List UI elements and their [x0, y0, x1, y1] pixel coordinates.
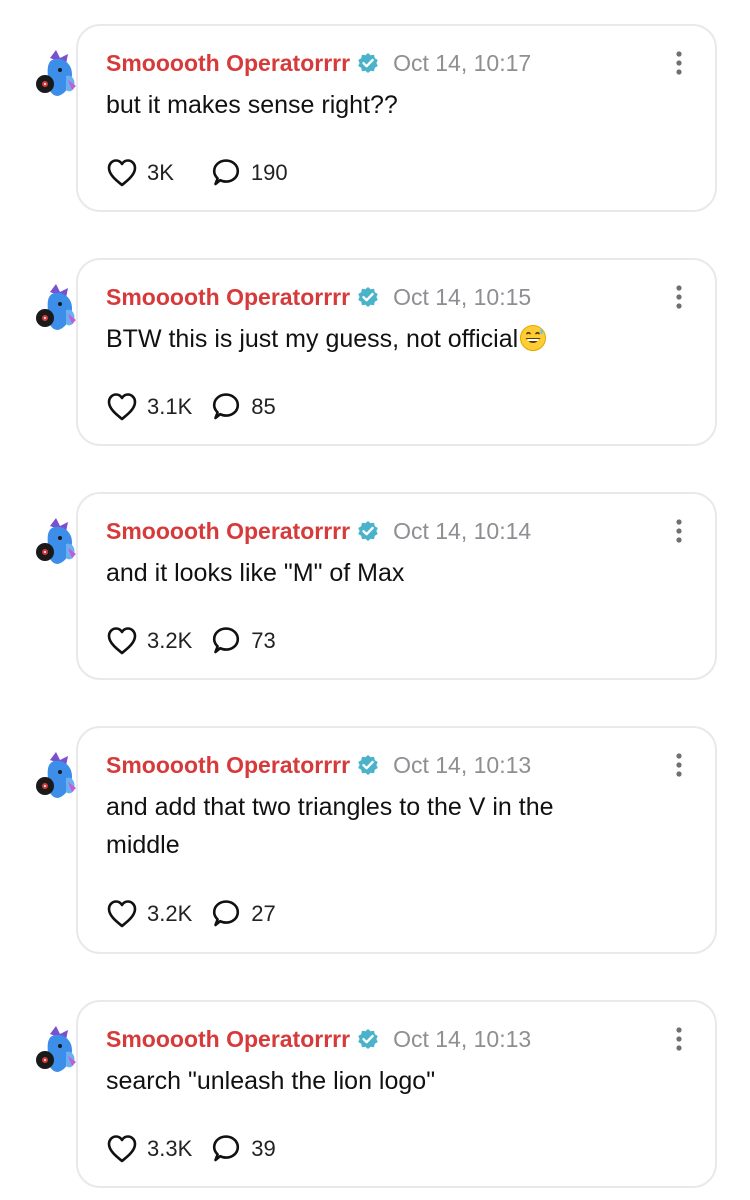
post-actions: 3K 190	[106, 157, 288, 189]
heart-icon	[107, 900, 137, 928]
more-vertical-icon	[676, 285, 682, 309]
post-text: search "unleash the lion logo"	[106, 1062, 666, 1100]
post-text-content: but it makes sense right??	[106, 91, 398, 119]
post-timestamp[interactable]: Oct 14, 10:13	[393, 1026, 531, 1053]
post-text-content: and add that two triangles to the V in t…	[106, 793, 554, 859]
like-count: 3.2K	[147, 628, 193, 653]
reply-button[interactable]: 39	[210, 1134, 276, 1164]
post-timestamp[interactable]: Oct 14, 10:13	[393, 752, 531, 779]
author-name[interactable]: Smooooth Operatorrrr	[106, 284, 350, 311]
reply-count: 73	[251, 628, 276, 653]
speech-bubble-icon	[213, 900, 240, 927]
reply-button[interactable]: 85	[210, 392, 276, 422]
author-name[interactable]: Smooooth Operatorrrr	[106, 1026, 350, 1053]
reply-count: 39	[251, 1136, 276, 1161]
grinning-face-with-sweat-emoji	[519, 324, 547, 352]
like-button[interactable]: 3.2K	[106, 899, 192, 929]
like-button[interactable]: 3.2K	[106, 626, 192, 656]
verified-badge-icon	[357, 52, 379, 74]
post-card[interactable]: Smooooth Operatorrrr Oct 14, 10:13 searc…	[76, 1000, 717, 1188]
like-count: 3K	[147, 160, 174, 185]
post-card[interactable]: Smooooth Operatorrrr Oct 14, 10:14 and i…	[76, 492, 717, 680]
verified-badge-icon	[357, 1028, 379, 1050]
post-text: and it looks like "M" of Max	[106, 554, 666, 592]
like-button[interactable]: 3K	[106, 158, 174, 188]
author-name[interactable]: Smooooth Operatorrrr	[106, 518, 350, 545]
heart-icon	[107, 393, 137, 421]
author-name[interactable]: Smooooth Operatorrrr	[106, 50, 350, 77]
post-text-content: search "unleash the lion logo"	[106, 1067, 436, 1095]
post-card[interactable]: Smooooth Operatorrrr Oct 14, 10:17 but i…	[76, 24, 717, 212]
like-count: 3.1K	[147, 394, 193, 419]
like-button[interactable]: 3.3K	[106, 1134, 192, 1164]
more-options-button[interactable]	[669, 1026, 689, 1052]
post-text-content: BTW this is just my guess, not official	[106, 325, 519, 353]
thread-feed: Smooooth Operatorrrr Oct 14, 10:17 but i…	[0, 0, 750, 1200]
post-header: Smooooth Operatorrrr Oct 14, 10:14	[106, 516, 531, 546]
post-header: Smooooth Operatorrrr Oct 14, 10:13	[106, 750, 531, 780]
speech-bubble-icon	[213, 1135, 240, 1162]
post-text: BTW this is just my guess, not official	[106, 320, 666, 358]
reply-button[interactable]: 27	[210, 899, 276, 929]
post-text: and add that two triangles to the V in t…	[106, 788, 606, 864]
post-actions: 3.3K 39	[106, 1133, 276, 1165]
verified-badge-icon	[357, 286, 379, 308]
speech-bubble-icon	[213, 627, 240, 654]
more-vertical-icon	[676, 519, 682, 543]
more-vertical-icon	[676, 753, 682, 777]
post-header: Smooooth Operatorrrr Oct 14, 10:17	[106, 48, 531, 78]
post-text: but it makes sense right??	[106, 86, 666, 124]
more-options-button[interactable]	[669, 518, 689, 544]
post-header: Smooooth Operatorrrr Oct 14, 10:13	[106, 1024, 531, 1054]
more-options-button[interactable]	[669, 284, 689, 310]
more-options-button[interactable]	[669, 50, 689, 76]
heart-icon	[107, 159, 137, 187]
post-header: Smooooth Operatorrrr Oct 14, 10:15	[106, 282, 531, 312]
reply-count: 190	[250, 160, 288, 185]
like-button[interactable]: 3.1K	[106, 392, 192, 422]
post-timestamp[interactable]: Oct 14, 10:17	[393, 50, 531, 77]
author-name[interactable]: Smooooth Operatorrrr	[106, 752, 350, 779]
post-card[interactable]: Smooooth Operatorrrr Oct 14, 10:13 and a…	[76, 726, 717, 954]
reply-button[interactable]: 73	[210, 626, 276, 656]
speech-bubble-icon	[212, 159, 240, 186]
heart-icon	[107, 1135, 137, 1163]
more-vertical-icon	[676, 1027, 682, 1051]
post-actions: 3.1K 85	[106, 391, 276, 423]
heart-icon	[107, 627, 137, 655]
like-count: 3.3K	[147, 1136, 193, 1161]
like-count: 3.2K	[147, 901, 193, 926]
post-timestamp[interactable]: Oct 14, 10:14	[393, 518, 531, 545]
reply-count: 85	[251, 394, 276, 419]
verified-badge-icon	[357, 520, 379, 542]
reply-count: 27	[251, 901, 276, 926]
post-card[interactable]: Smooooth Operatorrrr Oct 14, 10:15 BTW t…	[76, 258, 717, 446]
verified-badge-icon	[357, 754, 379, 776]
speech-bubble-icon	[213, 393, 240, 420]
reply-button[interactable]: 190	[210, 158, 288, 188]
post-text-content: and it looks like "M" of Max	[106, 559, 405, 587]
more-options-button[interactable]	[669, 752, 689, 778]
post-actions: 3.2K 27	[106, 898, 276, 930]
post-actions: 3.2K 73	[106, 625, 276, 657]
more-vertical-icon	[676, 51, 682, 75]
post-timestamp[interactable]: Oct 14, 10:15	[393, 284, 531, 311]
